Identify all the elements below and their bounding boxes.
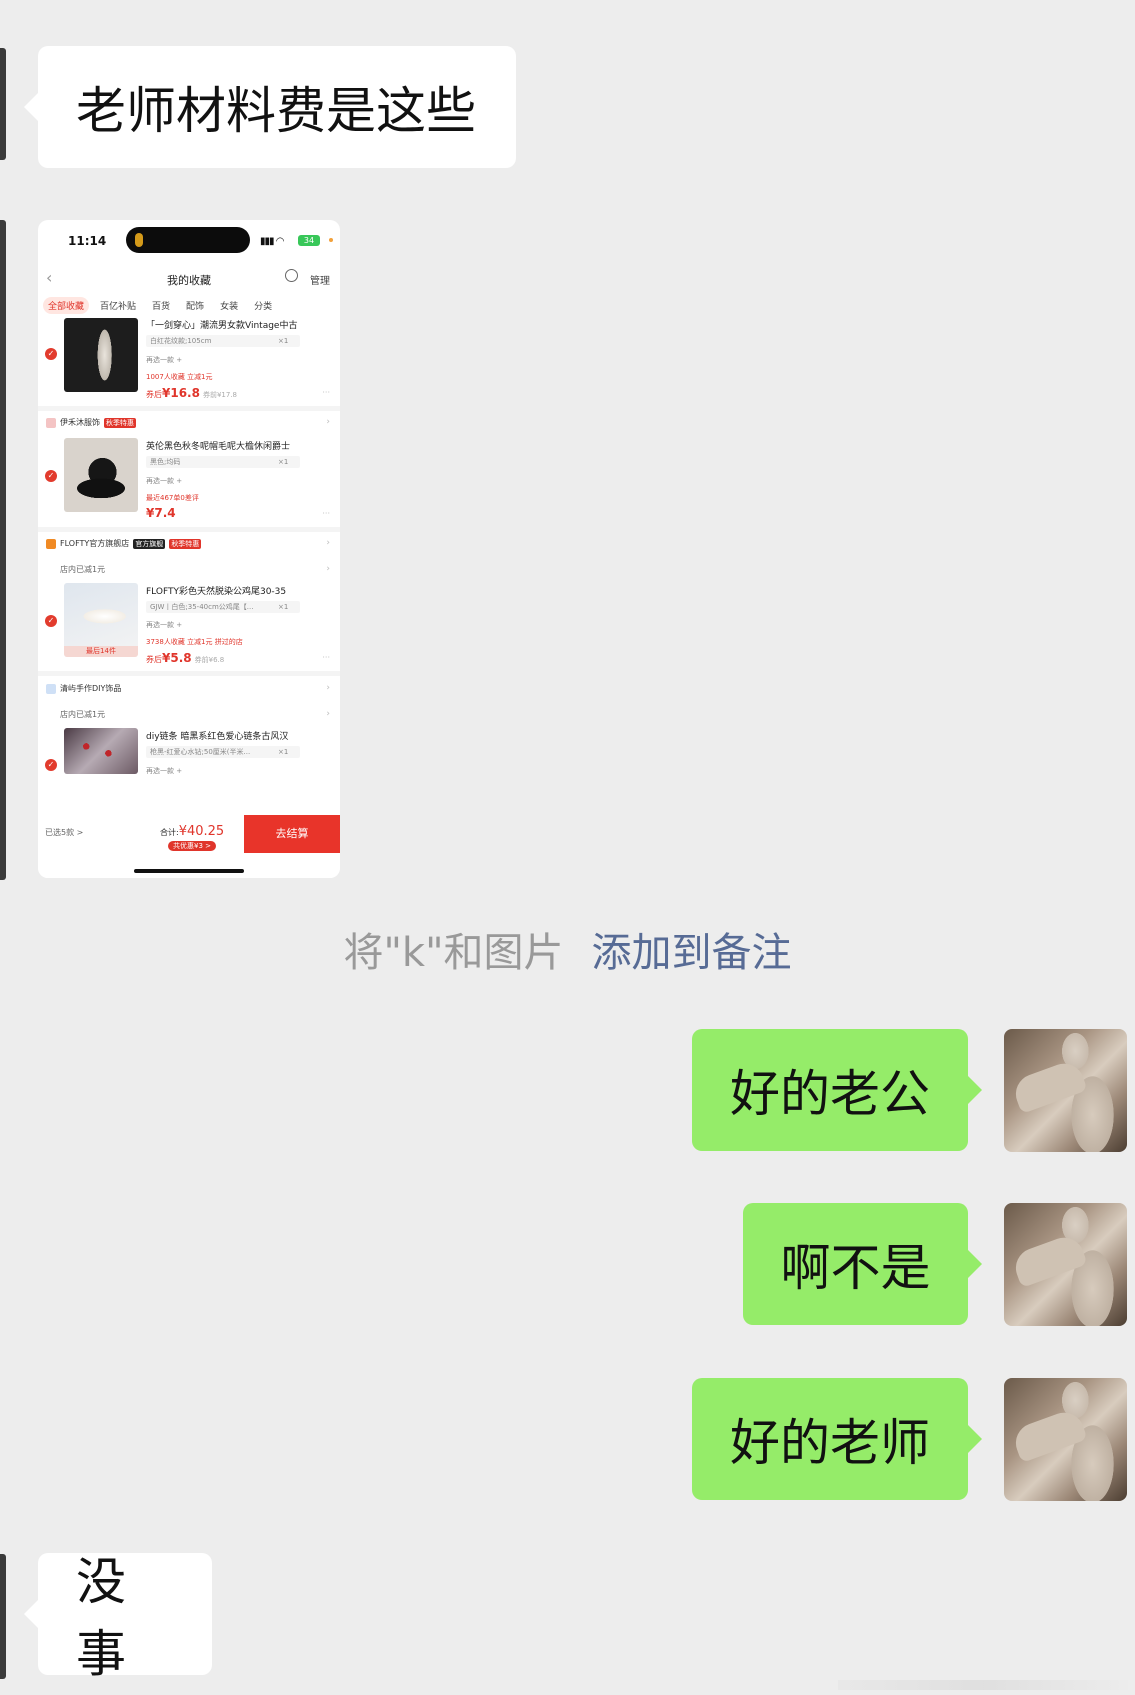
shop-header: 伊禾沐服饰 秋季特惠: [46, 417, 136, 428]
pick-another: 再选一款 +: [146, 356, 183, 364]
product-meta: 3738人收藏 立减1元 拼过的店: [146, 638, 243, 646]
status-dot: [329, 238, 333, 242]
sender-avatar-edge: [0, 1554, 6, 1679]
status-time: 11:14: [68, 234, 107, 248]
mic-icon: [135, 233, 143, 247]
product-qty: ×1: [278, 337, 289, 345]
add-to-remark-link[interactable]: 添加到备注: [591, 930, 791, 976]
self-avatar[interactable]: [1004, 1029, 1127, 1152]
chevron-right-icon: ›: [326, 709, 330, 719]
more-icon: ···: [322, 388, 330, 397]
dynamic-island: [126, 227, 250, 253]
item-check-icon: ✓: [45, 759, 57, 771]
product-spec: 黑色;均码: [146, 456, 300, 468]
incoming-message-bubble[interactable]: 老师材料费是这些: [24, 46, 516, 168]
chevron-right-icon: ›: [326, 564, 330, 574]
phone-status-bar: 11:14 ▮▮▮ ◠ 34: [38, 220, 340, 260]
outgoing-message-bubble[interactable]: 好的老师: [692, 1378, 982, 1500]
outgoing-message-bubble[interactable]: 啊不是: [743, 1203, 982, 1325]
shop-icon: [46, 538, 56, 549]
search-icon: [285, 269, 298, 282]
product-thumbnail: [64, 438, 138, 512]
incoming-message-bubble[interactable]: 没事: [24, 1553, 212, 1683]
shop-header: FLOFTY官方旗舰店 官方旗舰 秋季特惠: [46, 538, 202, 549]
message-text: 好的老公: [730, 1065, 930, 1123]
tab-all: 全部收藏: [43, 296, 90, 314]
shop-reduction: 店内已减1元: [60, 565, 106, 574]
discount-badge: 共优惠¥3 >: [168, 841, 216, 851]
product-title: 「一剑穿心」潮流男女款Vintage中古: [146, 321, 298, 331]
notice-text: 将"k"和图片: [343, 930, 564, 976]
chevron-right-icon: ›: [326, 417, 330, 427]
selected-count: 已选5款 >: [45, 828, 84, 837]
product-price: 券后¥16.8 券前¥17.8: [146, 386, 238, 400]
item-check-icon: ✓: [45, 470, 57, 482]
item-check-icon: ✓: [45, 348, 57, 360]
product-qty: ×1: [278, 748, 289, 756]
product-thumbnail: [64, 728, 138, 774]
tab-category: 分类: [254, 301, 273, 312]
divider: [38, 527, 340, 532]
home-indicator: [134, 869, 244, 873]
chevron-right-icon: ›: [326, 683, 330, 693]
product-qty: ×1: [278, 458, 289, 466]
battery-icon: 34: [298, 235, 320, 246]
message-text: 啊不是: [780, 1239, 931, 1297]
sender-avatar-edge: [0, 48, 6, 160]
sender-avatar-edge: [0, 220, 6, 880]
outgoing-message-bubble[interactable]: 好的老公: [692, 1029, 982, 1151]
pick-another: 再选一款 +: [146, 767, 183, 775]
tab-women: 女装: [220, 301, 239, 312]
pick-another: 再选一款 +: [146, 477, 183, 485]
checkout-button: 去结算: [244, 815, 340, 853]
watermark: [838, 1680, 1128, 1690]
tab-general: 百货: [152, 301, 171, 312]
add-remark-notice: 将"k"和图片 添加到备注: [0, 920, 1135, 978]
incoming-image-message[interactable]: 11:14 ▮▮▮ ◠ 34 ‹ 我的收藏 管理 全部收藏 百亿补贴 百货 配饰…: [38, 220, 340, 878]
product-meta: 1007人收藏 立减1元: [146, 373, 213, 381]
tab-accessories: 配饰: [186, 301, 205, 312]
message-text: 好的老师: [730, 1414, 930, 1472]
item-check-icon: ✓: [45, 615, 57, 627]
manage-link: 管理: [310, 276, 330, 287]
signal-wifi-icon: ▮▮▮ ◠: [260, 236, 284, 247]
divider: [38, 406, 340, 411]
app-nav-bar: ‹ 我的收藏 管理: [38, 264, 340, 292]
shop-reduction: 店内已减1元: [60, 710, 106, 719]
more-icon: ···: [322, 509, 330, 518]
product-thumbnail: 最后14件: [64, 583, 138, 657]
more-icon: ···: [322, 653, 330, 662]
shop-icon: [46, 417, 56, 428]
tab-subsidy: 百亿补贴: [100, 301, 137, 312]
self-avatar[interactable]: [1004, 1203, 1127, 1326]
message-text: 老师材料费是这些: [76, 82, 476, 140]
divider: [38, 671, 340, 676]
shop-header: 清屿手作DIY饰品: [46, 683, 121, 694]
checkout-bar: 已选5款 > 合计:¥40.25 共优惠¥3 > 去结算: [38, 815, 340, 878]
chevron-right-icon: ›: [326, 538, 330, 548]
total-price: 合计:¥40.25: [160, 824, 225, 839]
product-meta: 最近467单0差评: [146, 494, 199, 502]
product-qty: ×1: [278, 603, 289, 611]
product-price: 券后¥5.8 券前¥6.8: [146, 651, 225, 665]
product-spec: 白红花纹款;105cm: [146, 335, 300, 347]
product-title: diy链条 暗黑系红色爱心链条古风汉: [146, 732, 289, 742]
shop-icon: [46, 683, 56, 694]
pick-another: 再选一款 +: [146, 621, 183, 629]
message-text: 没事: [76, 1553, 126, 1683]
product-title: FLOFTY彩色天然脱染公鸡尾30-35: [146, 587, 287, 597]
self-avatar[interactable]: [1004, 1378, 1127, 1501]
product-spec: 枪黑-红爱心水钻;50厘米(半米...: [146, 746, 300, 758]
product-title: 英伦黑色秋冬呢帽毛呢大檐休闲爵士: [146, 442, 291, 452]
favorites-tabs: 全部收藏 百亿补贴 百货 配饰 女装 分类: [43, 296, 335, 314]
product-price: ¥7.4: [146, 506, 176, 520]
product-spec: GJW丨白色;35-40cm公鸡尾【...: [146, 601, 300, 613]
product-thumbnail: [64, 318, 138, 392]
